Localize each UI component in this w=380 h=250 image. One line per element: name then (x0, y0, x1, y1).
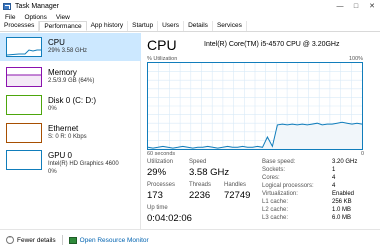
tab-services[interactable]: Services (213, 21, 247, 31)
spec-row: Cores: 4 (262, 175, 372, 183)
cpu-detail-panel: CPU Intel(R) Core(TM) i5-4570 CPU @ 3.20… (144, 33, 380, 229)
handles-label: Handles (224, 182, 247, 188)
spec-value: 3.20 GHz (332, 159, 358, 165)
close-button[interactable]: ✕ (364, 0, 380, 12)
sidebar-item-label: Disk 0 (C: D:) (48, 96, 96, 105)
spec-row: Sockets: 1 (262, 167, 372, 175)
spec-label: Cores: (262, 175, 280, 181)
cpu-thumbnail (6, 37, 42, 57)
spec-row: L2 cache: 1.0 MB (262, 207, 372, 215)
sidebar-item-cpu[interactable]: CPU 29% 3.58 GHz (0, 33, 141, 61)
disk-thumbnail (6, 95, 42, 115)
graph-time-label: 60 seconds (147, 151, 176, 157)
spec-value: Enabled (332, 191, 355, 197)
processes-value: 173 (147, 190, 163, 201)
sidebar-item-value: 2.5/3.9 GB (64%) (48, 78, 95, 84)
maximize-button[interactable]: □ (348, 0, 364, 12)
sidebar-item-gpu[interactable]: GPU 0 Intel(R) HD Graphics 4600 0% (0, 146, 141, 180)
tab-processes[interactable]: Processes (0, 21, 40, 31)
uptime-value: 0:04:02:06 (147, 213, 192, 224)
spec-value: 256 KB (332, 199, 352, 205)
menu-file[interactable]: File (5, 14, 15, 21)
ethernet-thumbnail (6, 123, 42, 143)
footer-bar: ˆ Fewer details Open Resource Monitor (0, 229, 380, 250)
spec-value: 1.0 MB (332, 207, 352, 213)
speed-value: 3.58 GHz (189, 167, 230, 178)
spec-label: Base speed: (262, 159, 296, 165)
title-bar: Task Manager — □ ✕ (0, 0, 380, 12)
spec-row: L1 cache: 256 KB (262, 199, 372, 207)
spec-row: Virtualization: Enabled (262, 191, 372, 199)
handles-value: 72749 (224, 190, 251, 201)
tab-startup[interactable]: Startup (128, 21, 159, 31)
spec-value: 6.0 MB (332, 215, 352, 221)
fewer-details-label: Fewer details (17, 236, 56, 244)
fewer-details-button[interactable]: ˆ Fewer details (6, 236, 56, 244)
footer-divider (61, 235, 63, 245)
cpu-graph-svg (148, 63, 362, 149)
sidebar-item-label: Ethernet (48, 124, 79, 133)
sidebar-item-value: S: 0 R: 0 Kbps (48, 134, 87, 140)
utilization-label: Utilization (147, 159, 174, 165)
spec-label: L3 cache: (262, 215, 289, 221)
threads-label: Threads (189, 182, 212, 188)
task-manager-icon (3, 2, 11, 10)
memory-thumbnail (6, 67, 42, 87)
minimize-button[interactable]: — (332, 0, 348, 12)
speed-label: Speed (189, 159, 207, 165)
spec-row: L3 cache: 6.0 MB (262, 215, 372, 223)
sidebar-item-label: GPU 0 (48, 151, 73, 160)
spec-value: 1 (332, 167, 336, 173)
tab-details[interactable]: Details (184, 21, 213, 31)
tab-bar: Processes Performance App history Startu… (0, 21, 380, 32)
spec-label: L1 cache: (262, 199, 289, 205)
spec-label: Sockets: (262, 167, 286, 173)
sidebar-item-value: Intel(R) HD Graphics 4600 (48, 161, 119, 167)
threads-value: 2236 (189, 190, 211, 201)
processes-label: Processes (147, 182, 176, 188)
spec-value: 4 (332, 175, 336, 181)
uptime-label: Up time (147, 205, 168, 211)
cpu-model: Intel(R) Core(TM) i5-4570 CPU @ 3.20GHz (204, 41, 340, 48)
sidebar-item-label: CPU (48, 38, 65, 47)
tab-performance[interactable]: Performance (39, 21, 87, 31)
sidebar-item-ethernet[interactable]: Ethernet S: 0 R: 0 Kbps (0, 119, 141, 147)
sidebar-item-value-2: 0% (48, 169, 57, 175)
menu-options[interactable]: Options (24, 14, 46, 21)
tab-users[interactable]: Users (158, 21, 185, 31)
spec-label: L2 cache: (262, 207, 289, 213)
tab-app-history[interactable]: App history (87, 21, 129, 31)
cpu-utilization-graph (147, 62, 363, 150)
spec-row: Base speed: 3.20 GHz (262, 159, 372, 167)
chevron-up-icon: ˆ (6, 236, 14, 244)
menu-view[interactable]: View (56, 14, 70, 21)
page-title: CPU (147, 37, 177, 53)
gpu-thumbnail (6, 150, 42, 170)
spec-label: Virtualization: (262, 191, 298, 197)
sidebar-item-memory[interactable]: Memory 2.5/3.9 GB (64%) (0, 63, 141, 91)
graph-min-label: 0 (361, 151, 365, 157)
utilization-value: 29% (147, 167, 167, 178)
open-resource-monitor-label: Open Resource Monitor (79, 236, 149, 244)
window-title: Task Manager (15, 2, 59, 10)
spec-value: 4 (332, 183, 336, 189)
spec-row: Logical processors: 4 (262, 183, 372, 191)
resource-sidebar: CPU 29% 3.58 GHz Memory 2.5/3.9 GB (64%)… (0, 33, 141, 229)
resource-monitor-icon (68, 236, 77, 244)
window-controls: — □ ✕ (332, 0, 380, 12)
spec-label: Logical processors: (262, 183, 314, 189)
sidebar-item-label: Memory (48, 68, 77, 77)
sidebar-item-value: 29% 3.58 GHz (48, 48, 88, 54)
open-resource-monitor-link[interactable]: Open Resource Monitor (68, 236, 149, 244)
sidebar-item-value: 0% (48, 106, 57, 112)
sidebar-item-disk[interactable]: Disk 0 (C: D:) 0% (0, 91, 141, 119)
